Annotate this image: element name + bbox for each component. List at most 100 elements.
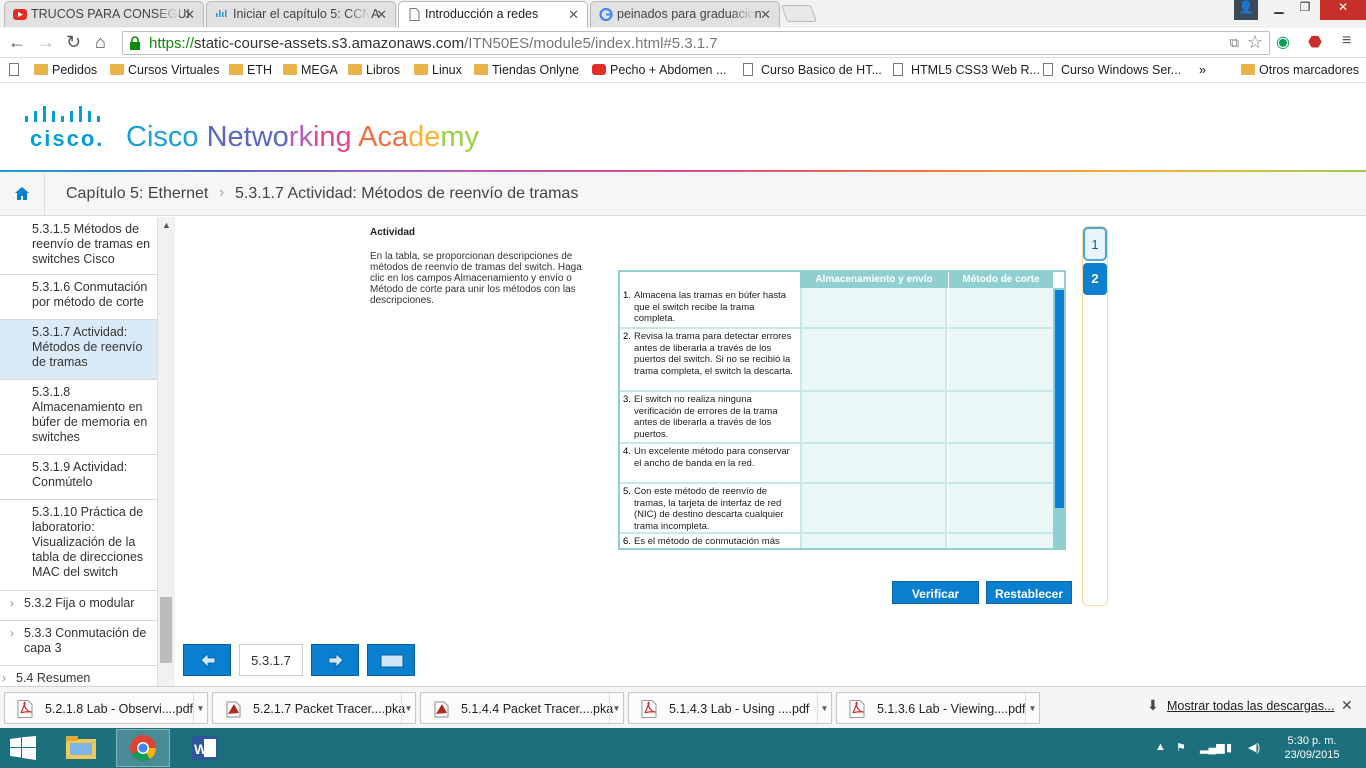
downloads-bar: 5.2.1.8 Lab - Observi....pdf ▼ 5.2.1.7 P… (0, 686, 1366, 728)
download-options-icon[interactable]: ▼ (817, 693, 831, 723)
restore-icon[interactable]: ❐ (1292, 0, 1318, 20)
browser-tab-4[interactable]: peinados para graduacion ✕ (590, 1, 780, 27)
arrow-right-icon (328, 653, 344, 668)
store-forward-cell[interactable] (800, 392, 947, 442)
close-tab-icon[interactable]: ✕ (760, 7, 771, 23)
cut-through-cell[interactable] (949, 392, 1053, 442)
sidebar-item-5-3-1-9[interactable]: 5.3.1.9 Actividad: Conmútelo (0, 455, 157, 500)
table-scrollbar-thumb[interactable] (1055, 290, 1064, 508)
page-number-field[interactable]: 5.3.1.7 (239, 644, 303, 676)
home-icon[interactable]: ⌂ (95, 32, 106, 53)
cut-through-cell[interactable] (949, 329, 1053, 390)
page-tab-1[interactable]: 1 (1083, 227, 1107, 261)
scroll-up-arrow-icon[interactable]: ▲ (162, 220, 171, 230)
bookmark-item[interactable]: Pedidos (34, 63, 97, 77)
chrome-icon[interactable] (116, 729, 170, 767)
browser-tab-2[interactable]: Iniciar el capítulo 5: CCNA ✕ (206, 1, 396, 27)
cut-through-cell[interactable] (949, 534, 1053, 548)
user-profile-icon[interactable]: 👤 (1234, 0, 1258, 20)
home-icon[interactable] (15, 187, 29, 200)
store-forward-cell[interactable] (800, 534, 947, 548)
cut-through-cell[interactable] (949, 444, 1053, 482)
other-bookmarks[interactable]: Otros marcadores (1241, 63, 1359, 77)
sidebar-item-5-3-3[interactable]: › 5.3.3 Conmutación de capa 3 (0, 621, 157, 666)
bookmark-item[interactable]: Pecho + Abdomen ... (592, 63, 726, 77)
sidebar-item-5-3-1-5[interactable]: 5.3.1.5 Métodos de reenvío de tramas en … (0, 217, 157, 275)
adblock-icon[interactable]: ⬣ (1308, 32, 1322, 52)
bookmark-item[interactable]: Libros (348, 63, 400, 77)
close-downloads-icon[interactable]: ✕ (1341, 697, 1353, 714)
store-forward-cell[interactable] (800, 329, 947, 390)
volume-icon[interactable]: ◀) (1248, 741, 1260, 754)
sidebar-item-5-3-2[interactable]: › 5.3.2 Fija o modular (0, 591, 157, 621)
close-tab-icon[interactable]: ✕ (376, 7, 387, 23)
apps-page-icon[interactable] (9, 63, 19, 76)
download-item[interactable]: 5.2.1.7 Packet Tracer....pka ▼ (212, 692, 416, 724)
new-tab-button[interactable] (780, 5, 818, 22)
academy-title[interactable]: Cisco Networking Academy (126, 121, 479, 154)
download-item[interactable]: 5.1.4.4 Packet Tracer....pka ▼ (420, 692, 624, 724)
cut-through-cell[interactable] (949, 288, 1053, 327)
bookmark-item[interactable]: MEGA (283, 63, 338, 77)
close-tab-icon[interactable]: ✕ (568, 7, 579, 23)
next-page-button[interactable] (311, 644, 359, 676)
translate-icon[interactable]: ⧉ (1230, 35, 1239, 51)
menu-icon[interactable]: ≡ (1342, 32, 1351, 50)
download-item[interactable]: 5.1.4.3 Lab - Using ....pdf ▼ (628, 692, 832, 724)
bookmark-item[interactable]: Linux (414, 63, 462, 77)
store-forward-cell[interactable] (800, 484, 947, 532)
download-options-icon[interactable]: ▼ (193, 693, 207, 723)
page-tab-2[interactable]: 2 (1083, 263, 1107, 295)
fullscreen-button[interactable] (367, 644, 415, 676)
download-item[interactable]: 5.2.1.8 Lab - Observi....pdf ▼ (4, 692, 208, 724)
download-item[interactable]: 5.1.3.6 Lab - Viewing....pdf ▼ (836, 692, 1040, 724)
show-all-downloads-link[interactable]: Mostrar todas las descargas... (1167, 699, 1334, 713)
sidebar-item-5-3-1-6[interactable]: 5.3.1.6 Conmutación por método de corte (0, 275, 157, 320)
reset-button[interactable]: Restablecer (986, 581, 1072, 604)
browser-tab-1[interactable]: TRUCOS PARA CONSEGUI ✕ (4, 1, 204, 27)
back-arrow-icon[interactable]: ← (8, 32, 26, 53)
file-explorer-icon[interactable] (54, 729, 108, 767)
bookmark-item[interactable]: Cursos Virtuales (110, 63, 219, 77)
sidebar-item-5-3-1-10[interactable]: 5.3.1.10 Práctica de laboratorio: Visual… (0, 500, 157, 591)
minimize-icon[interactable]: ▁ (1266, 0, 1292, 20)
table-scrollbar[interactable] (1053, 288, 1064, 548)
bookmark-item[interactable]: Curso Basico de HT... (743, 63, 882, 77)
battery-icon[interactable]: ▮ (1226, 741, 1232, 754)
bookmark-item[interactable]: ETH (229, 63, 272, 77)
show-hidden-icons-icon[interactable]: ▲ (1155, 741, 1166, 753)
bookmark-item[interactable]: Curso Windows Ser... (1043, 63, 1181, 77)
cut-through-cell[interactable] (949, 484, 1053, 532)
breadcrumb-chapter[interactable]: Capítulo 5: Ethernet (66, 185, 208, 203)
store-forward-cell[interactable] (800, 288, 947, 327)
scrollbar-thumb[interactable] (160, 597, 172, 663)
screen-icon (380, 654, 404, 668)
browser-tab-3[interactable]: Introducción a redes ✕ (398, 1, 588, 28)
verify-button[interactable]: Verificar (892, 581, 979, 604)
previous-page-button[interactable] (183, 644, 231, 676)
close-tab-icon[interactable]: ✕ (184, 7, 195, 23)
sidebar-item-5-4[interactable]: › 5.4 Resumen (0, 666, 157, 687)
extension-icon[interactable]: ◉ (1276, 32, 1290, 52)
bookmark-item[interactable]: Tiendas Onlyne (474, 63, 579, 77)
row-description: Con este método de reenvío de tramas, la… (634, 486, 784, 532)
download-options-icon[interactable]: ▼ (401, 693, 415, 723)
word-icon[interactable]: W (178, 729, 232, 767)
windows-start-icon[interactable] (8, 736, 38, 760)
bookmark-star-icon[interactable]: ☆ (1247, 32, 1263, 53)
reload-icon[interactable]: ↻ (66, 32, 81, 53)
close-window-icon[interactable]: ✕ (1320, 0, 1366, 20)
download-options-icon[interactable]: ▼ (609, 693, 623, 723)
system-clock[interactable]: 5:30 p. m. 23/09/2015 (1280, 734, 1344, 762)
sidebar-item-5-3-1-7[interactable]: 5.3.1.7 Actividad: Métodos de reenvío de… (0, 320, 157, 380)
download-options-icon[interactable]: ▼ (1025, 693, 1039, 723)
sidebar-item-5-3-1-8[interactable]: 5.3.1.8 Almacenamiento en búfer de memor… (0, 380, 157, 455)
bookmark-item[interactable]: HTML5 CSS3 Web R... (893, 63, 1040, 77)
store-forward-cell[interactable] (800, 444, 947, 482)
forward-arrow-icon[interactable]: → (37, 32, 55, 53)
signal-icon[interactable]: ▂▄▆ (1200, 741, 1225, 754)
bookmarks-overflow-button[interactable]: » (1199, 63, 1206, 77)
address-bar[interactable]: https://static-course-assets.s3.amazonaw… (122, 31, 1270, 55)
flag-icon[interactable]: ⚑ (1176, 741, 1186, 754)
sidebar-scrollbar[interactable]: ▲ (158, 217, 175, 687)
